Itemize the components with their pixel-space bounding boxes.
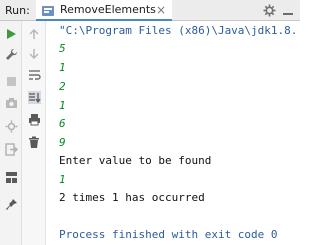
stop-icon[interactable] — [4, 74, 18, 88]
input-line: 1 — [59, 61, 66, 74]
arrow-down-icon[interactable] — [27, 47, 41, 61]
minimize-icon[interactable] — [281, 3, 295, 17]
arrow-up-icon[interactable] — [27, 27, 41, 41]
exit-message: Process finished with exit code 0 — [59, 228, 278, 241]
exit-icon[interactable] — [4, 142, 18, 156]
search-value-line: 1 — [59, 173, 66, 186]
scroll-to-end-icon[interactable] — [27, 90, 41, 104]
settings-gear-icon[interactable] — [4, 119, 18, 133]
run-config-icon — [41, 3, 55, 17]
rerun-icon[interactable] — [4, 27, 18, 41]
print-icon[interactable] — [27, 112, 41, 126]
input-line: 5 — [59, 42, 66, 55]
layout-icon[interactable] — [4, 170, 18, 184]
camera-icon[interactable] — [4, 96, 18, 110]
wrench-icon[interactable] — [4, 47, 18, 61]
input-line: 1 — [59, 99, 66, 112]
close-icon[interactable]: × — [156, 3, 166, 17]
tab-label: RemoveElements — [60, 3, 156, 16]
gear-icon[interactable] — [262, 3, 276, 17]
input-line: 9 — [59, 136, 66, 149]
run-tool-window-header: Run: RemoveElements × — [0, 0, 300, 21]
result-line: 2 times 1 has occurred — [59, 191, 205, 204]
run-toolbar-secondary — [22, 21, 46, 245]
run-toolbar-primary — [0, 21, 22, 245]
pin-icon[interactable] — [4, 197, 18, 211]
console-output[interactable]: "C:\Program Files (x86)\Java\jdk1.8. 5 1… — [47, 21, 300, 245]
input-line: 6 — [59, 117, 66, 130]
prompt-line: Enter value to be found — [59, 154, 212, 167]
tab-remove-elements[interactable]: RemoveElements × — [36, 0, 172, 21]
input-line: 2 — [59, 80, 66, 93]
trash-icon[interactable] — [27, 135, 41, 149]
command-line: "C:\Program Files (x86)\Java\jdk1.8. — [59, 24, 298, 37]
run-label: Run: — [5, 4, 30, 17]
soft-wrap-icon[interactable] — [27, 68, 41, 82]
